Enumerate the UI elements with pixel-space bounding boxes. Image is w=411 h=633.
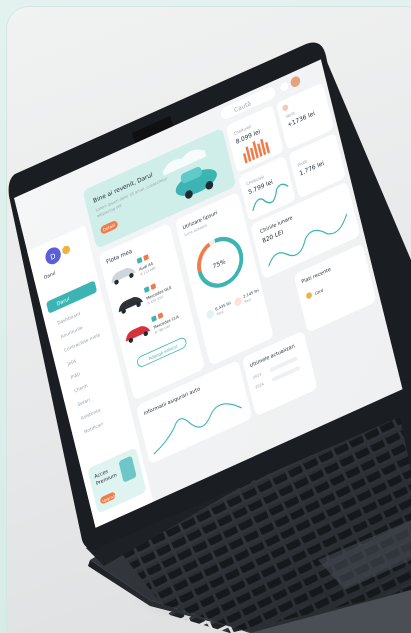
laptop-photo: Caută D Darul Darul Dashboard Anunturile…: [8, 42, 411, 633]
promo-photo-frame: Caută D Darul Darul Dashboard Anunturile…: [0, 0, 411, 633]
